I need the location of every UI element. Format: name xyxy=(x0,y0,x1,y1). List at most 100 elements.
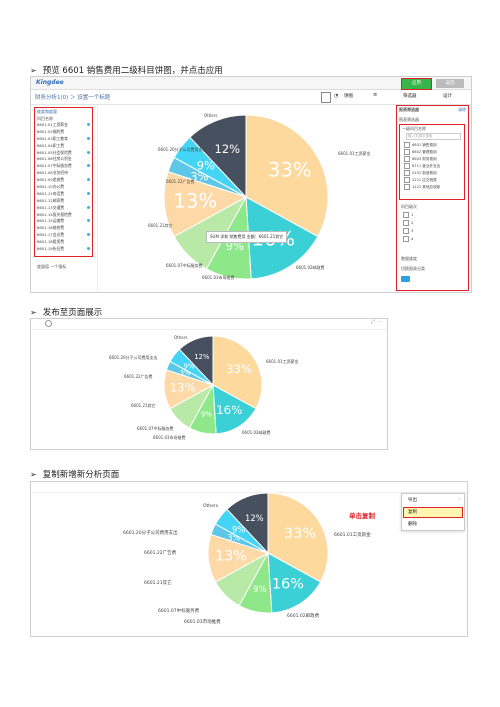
pie-icon[interactable]: ◔ xyxy=(334,93,338,99)
left-field-label: 6601.06住房公积金 xyxy=(37,156,72,162)
checkbox-icon[interactable] xyxy=(404,163,410,169)
level-item[interactable]: 4 xyxy=(403,236,461,244)
level-item[interactable]: 2 xyxy=(403,220,461,228)
menu-item-export[interactable]: 导出 xyxy=(408,497,417,503)
left-field-item[interactable]: 6601.12邮寄费 xyxy=(37,198,90,205)
filter-item[interactable]: 6601 销售费用 xyxy=(404,142,462,149)
bullet-icon: ➢ xyxy=(30,469,37,479)
filter-item[interactable]: 1221 其他应收款 xyxy=(404,184,462,191)
tab-design[interactable]: 设计 xyxy=(443,93,452,99)
checkbox-icon[interactable] xyxy=(403,228,409,234)
label-6601-01: 6601.01工资薪金 xyxy=(266,359,299,364)
checkbox-icon[interactable] xyxy=(403,212,409,218)
menu-item-copy[interactable]: 复制 xyxy=(408,509,417,515)
filter-item[interactable]: 6603 财务费用 xyxy=(404,156,462,163)
left-field-item[interactable]: 6601.06住房公积金 xyxy=(37,156,90,163)
filter-item[interactable]: 6711 营业外支出 xyxy=(404,163,462,170)
left-footer[interactable]: 度量值 一个指标 xyxy=(37,264,66,270)
chart-type-select[interactable]: 饼图 xyxy=(344,93,353,99)
filter-item-label: 2221 应交税费 xyxy=(412,178,437,182)
tab-filter[interactable]: 筛选器 xyxy=(403,93,417,99)
level-label: 1 xyxy=(411,212,414,217)
menu-item-copy-box[interactable]: 复制 xyxy=(403,507,463,518)
pie-canvas: 33%16%9%13%3%9%12% Others 6601.01工资薪金 66… xyxy=(97,105,386,292)
label-6601-03: 6601.03市场推费 xyxy=(202,275,235,280)
left-field-label: 6601.05社会保险费 xyxy=(37,149,72,155)
checkbox-icon[interactable] xyxy=(404,170,410,176)
field-status-icon xyxy=(87,123,90,126)
left-field-item[interactable]: 6601.18租赁费 xyxy=(37,239,90,246)
left-field-item[interactable]: 6601.10办公费 xyxy=(37,184,90,191)
left-field-label: 6601.13交通费 xyxy=(37,204,65,210)
left-field-item[interactable]: 6601.16维修费 xyxy=(37,225,90,232)
bullet-icon: ➢ xyxy=(30,307,37,317)
left-field-item[interactable]: 6601.07中标服务费 xyxy=(37,163,90,170)
checkbox-icon[interactable] xyxy=(404,149,410,155)
left-field-label: 6601.18租赁费 xyxy=(37,239,65,245)
filter-item-label: 5101 制造费用 xyxy=(412,171,437,175)
left-field-item[interactable]: 6601.17会议费 xyxy=(37,232,90,239)
left-field-label: 6601.11电话费 xyxy=(37,190,65,196)
pie-chart-published: 33%16%9%13%3%9%12% xyxy=(163,335,263,435)
pie-percent-label: 33% xyxy=(284,526,316,542)
breadcrumb[interactable]: 财务分析1(0) ＞ 设置一个标题 xyxy=(35,93,110,101)
label-6601-22: 6601.22广告费 xyxy=(166,179,195,184)
clear-link[interactable]: 清除 xyxy=(458,107,466,113)
checkbox-icon[interactable] xyxy=(404,177,410,183)
left-field-item[interactable]: 6601.11电话费 xyxy=(37,191,90,198)
left-field-item[interactable]: 6601.01工资薪金 xyxy=(37,122,90,129)
menu-icon[interactable]: ≡ xyxy=(373,92,377,98)
left-field-label: 6601.03职工教育 xyxy=(37,135,68,141)
pie-percent-label: 13% xyxy=(215,549,247,565)
left-field-item[interactable]: 6601.03职工教育 xyxy=(37,136,90,143)
filter-item[interactable]: 5101 制造费用 xyxy=(404,170,462,177)
apply-button[interactable]: 应用 xyxy=(401,78,432,90)
checkbox-icon[interactable] xyxy=(404,184,410,190)
field-status-icon xyxy=(87,233,90,237)
left-panel-title: 维度和度量 xyxy=(37,109,57,114)
left-field-item[interactable]: 6601.14报关报检费 xyxy=(37,212,90,219)
return-button[interactable]: 返回 xyxy=(436,79,464,88)
left-field-item[interactable]: 6601.19折旧费 xyxy=(37,246,90,253)
right-footer[interactable]: 切换图表分类 xyxy=(401,266,425,272)
label-others: Others xyxy=(174,335,188,340)
label-6601-22: 6601.22广告费 xyxy=(144,551,177,556)
filter-group-box: 一级科目名称 输入关键字搜索 6601 销售费用 6602 管理费用 6603 财务… xyxy=(399,124,465,200)
step-2-text: 发布至页面展示 xyxy=(42,308,103,318)
level-item[interactable]: 1 xyxy=(403,212,461,220)
left-field-item[interactable]: 6601.05社会保险费 xyxy=(37,150,90,157)
filter-search-input[interactable]: 输入关键字搜索 xyxy=(406,133,461,140)
label-6601-20: 6601.20分子公司费用支出 xyxy=(123,531,178,536)
label-6601-21: 6601.21其它 xyxy=(144,581,172,586)
left-field-item[interactable]: 6601.04职工费 xyxy=(37,143,90,150)
left-field-list: 6601.01工资薪金 6601.02福利费 6601.03职工教育 6601.04职… xyxy=(37,122,90,253)
document-icon[interactable] xyxy=(321,92,331,103)
step-1: ➢ 预览 6601 销售费用二级科目饼图，并点击应用 xyxy=(30,64,223,77)
level-item[interactable]: 3 xyxy=(403,228,461,236)
checkbox-icon[interactable] xyxy=(403,236,409,242)
click-copy-annotation: 单击复制 xyxy=(349,512,375,520)
label-6601-02: 6601.02邮政费 xyxy=(287,614,320,619)
checkbox-icon[interactable] xyxy=(404,142,410,148)
filter-group-title: 一级科目名称 xyxy=(402,126,426,131)
left-field-item[interactable]: 6601.02福利费 xyxy=(37,129,90,136)
filter-item-label: 6602 管理费用 xyxy=(412,150,437,154)
label-6601-01: 6601.01工资薪金 xyxy=(338,151,371,156)
confirm-button[interactable] xyxy=(401,276,410,282)
menu-item-delete[interactable]: 删除 xyxy=(408,521,417,527)
left-field-item[interactable]: 6601.15运输费 xyxy=(37,218,90,225)
filter-item[interactable]: 6602 管理费用 xyxy=(404,149,462,156)
checkbox-icon[interactable] xyxy=(403,220,409,226)
checkbox-icon[interactable] xyxy=(404,156,410,162)
left-field-item[interactable]: 6601.08业务招待 xyxy=(37,170,90,177)
left-field-panel: 维度和度量 科目名称 6601.01工资薪金 6601.02福利费 6601.03职… xyxy=(34,107,93,257)
left-field-item[interactable]: 6601.13交通费 xyxy=(37,205,90,212)
level-label: 4 xyxy=(411,236,414,241)
data-dimension-title: 数据维度 xyxy=(401,256,417,261)
filter-item[interactable]: 2221 应交税费 xyxy=(404,177,462,184)
field-status-icon xyxy=(87,191,90,195)
left-field-item[interactable]: 6601.09差旅费 xyxy=(37,177,90,184)
screenshot-published: ⤢ ⋯ 33% 16% 9% 13% 3% 9% 12% Others 6601.01工资薪… xyxy=(30,318,388,450)
right-panel-title: 报表筛选器 xyxy=(399,107,419,112)
label-others: Others xyxy=(204,113,218,118)
